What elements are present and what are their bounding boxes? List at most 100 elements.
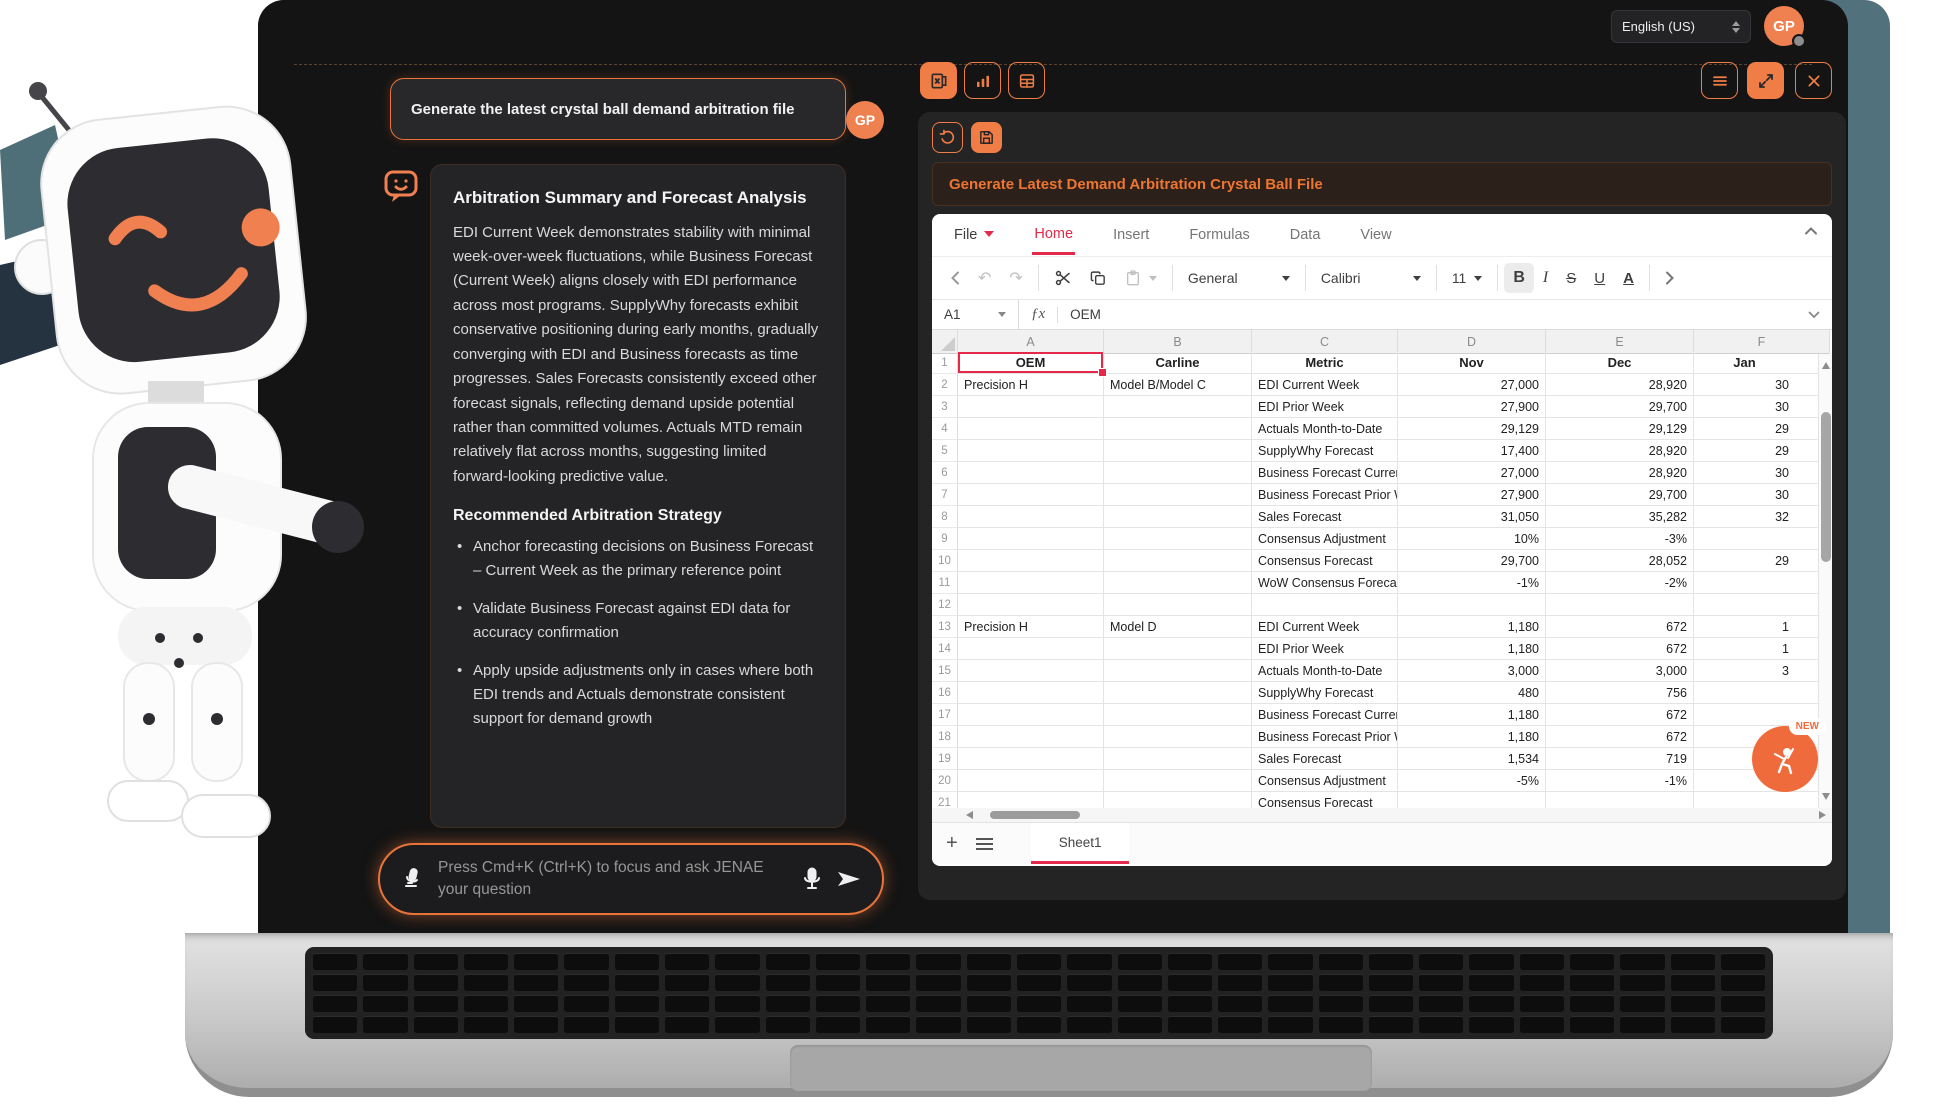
cell-B12[interactable] (1104, 594, 1252, 616)
cell-D4[interactable]: 29,129 (1398, 418, 1546, 440)
cut-button[interactable] (1045, 263, 1081, 293)
cell-F6[interactable]: 30 (1694, 462, 1830, 484)
column-header-A[interactable]: A (958, 330, 1104, 354)
cell-D20[interactable]: -5% (1398, 770, 1546, 792)
scroll-left-arrow-icon[interactable] (966, 811, 973, 819)
cell-F21[interactable] (1694, 792, 1830, 808)
chat-input[interactable]: Press Cmd+K (Ctrl+K) to focus and ask JE… (378, 843, 884, 915)
cell-D8[interactable]: 31,050 (1398, 506, 1546, 528)
cell-C19[interactable]: Sales Forecast (1252, 748, 1398, 770)
cell-B5[interactable] (1104, 440, 1252, 462)
send-icon[interactable] (836, 867, 862, 891)
cell-C17[interactable]: Business Forecast Current Week (1252, 704, 1398, 726)
cell-A13[interactable]: Precision H (958, 616, 1104, 638)
cell-A3[interactable] (958, 396, 1104, 418)
font-color-button[interactable]: A (1614, 263, 1643, 293)
expand-button[interactable] (1747, 62, 1784, 99)
cell-A12[interactable] (958, 594, 1104, 616)
grid-corner[interactable] (932, 330, 958, 354)
cell-D15[interactable]: 3,000 (1398, 660, 1546, 682)
cell-E15[interactable]: 3,000 (1546, 660, 1694, 682)
close-button[interactable] (1795, 62, 1832, 99)
row-header-5[interactable]: 5 (932, 440, 958, 462)
scroll-right-icon[interactable] (1656, 263, 1683, 293)
cell-A11[interactable] (958, 572, 1104, 594)
scroll-left-icon[interactable] (942, 263, 969, 293)
cell-D17[interactable]: 1,180 (1398, 704, 1546, 726)
cell-C10[interactable]: Consensus Forecast (1252, 550, 1398, 572)
cell-B15[interactable] (1104, 660, 1252, 682)
cell-D5[interactable]: 17,400 (1398, 440, 1546, 462)
scroll-down-icon[interactable] (1822, 793, 1830, 800)
cell-D7[interactable]: 27,900 (1398, 484, 1546, 506)
cell-A15[interactable] (958, 660, 1104, 682)
menu-insert[interactable]: Insert (1111, 217, 1151, 253)
cell-C16[interactable]: SupplyWhy Forecast (1252, 682, 1398, 704)
row-header-6[interactable]: 6 (932, 462, 958, 484)
cell-E9[interactable]: -3% (1546, 528, 1694, 550)
cell-E12[interactable] (1546, 594, 1694, 616)
cell-D12[interactable] (1398, 594, 1546, 616)
sheet-list-icon[interactable] (976, 838, 993, 850)
cell-A9[interactable] (958, 528, 1104, 550)
row-header-19[interactable]: 19 (932, 748, 958, 770)
column-header-E[interactable]: E (1546, 330, 1694, 354)
cell-B9[interactable] (1104, 528, 1252, 550)
cell-A19[interactable] (958, 748, 1104, 770)
cell-E3[interactable]: 29,700 (1546, 396, 1694, 418)
menu-button[interactable] (1701, 62, 1738, 99)
row-header-13[interactable]: 13 (932, 616, 958, 638)
row-header-20[interactable]: 20 (932, 770, 958, 792)
cell-B20[interactable] (1104, 770, 1252, 792)
cell-B18[interactable] (1104, 726, 1252, 748)
font-size-select[interactable]: 11 (1443, 263, 1492, 293)
cell-D6[interactable]: 27,000 (1398, 462, 1546, 484)
cell-C7[interactable]: Business Forecast Prior Week (1252, 484, 1398, 506)
paste-button[interactable] (1116, 263, 1166, 293)
cell-A18[interactable] (958, 726, 1104, 748)
row-header-11[interactable]: 11 (932, 572, 958, 594)
user-avatar[interactable]: GP (1764, 6, 1804, 46)
microphone-icon[interactable] (802, 867, 822, 891)
cell-F13[interactable]: 1 (1694, 616, 1830, 638)
row-header-4[interactable]: 4 (932, 418, 958, 440)
collapse-ribbon-icon[interactable] (1804, 226, 1818, 236)
scroll-right-arrow-icon[interactable] (1819, 811, 1826, 819)
cell-A2[interactable]: Precision H (958, 374, 1104, 396)
menu-formulas[interactable]: Formulas (1187, 217, 1251, 253)
cell-reference[interactable]: A1 (932, 307, 1018, 322)
cell-E4[interactable]: 29,129 (1546, 418, 1694, 440)
cell-D21[interactable] (1398, 792, 1546, 808)
cell-A8[interactable] (958, 506, 1104, 528)
row-header-16[interactable]: 16 (932, 682, 958, 704)
cell-E1[interactable]: Dec (1546, 352, 1694, 374)
cell-F10[interactable]: 29 (1694, 550, 1830, 572)
cell-D3[interactable]: 27,900 (1398, 396, 1546, 418)
redo-button[interactable]: ↷ (1000, 263, 1031, 293)
cell-A1[interactable]: OEM (958, 352, 1104, 374)
row-header-17[interactable]: 17 (932, 704, 958, 726)
horizontal-scroll-thumb[interactable] (990, 811, 1080, 819)
menu-view[interactable]: View (1358, 217, 1393, 253)
cell-F4[interactable]: 29 (1694, 418, 1830, 440)
row-header-14[interactable]: 14 (932, 638, 958, 660)
horizontal-scrollbar[interactable] (932, 808, 1832, 822)
cell-A14[interactable] (958, 638, 1104, 660)
cell-C14[interactable]: EDI Prior Week (1252, 638, 1398, 660)
cell-A17[interactable] (958, 704, 1104, 726)
bold-button[interactable]: B (1504, 263, 1534, 293)
row-header-8[interactable]: 8 (932, 506, 958, 528)
cell-F16[interactable] (1694, 682, 1830, 704)
cell-B17[interactable] (1104, 704, 1252, 726)
row-header-18[interactable]: 18 (932, 726, 958, 748)
cell-B8[interactable] (1104, 506, 1252, 528)
cell-B2[interactable]: Model B/Model C (1104, 374, 1252, 396)
save-button[interactable] (971, 122, 1002, 153)
font-select[interactable]: Calibri (1312, 263, 1430, 293)
cell-C11[interactable]: WoW Consensus Forecast (1252, 572, 1398, 594)
cell-F14[interactable]: 1 (1694, 638, 1830, 660)
cell-D14[interactable]: 1,180 (1398, 638, 1546, 660)
user-message[interactable]: Generate the latest crystal ball demand … (390, 78, 846, 140)
cell-D16[interactable]: 480 (1398, 682, 1546, 704)
cell-E18[interactable]: 672 (1546, 726, 1694, 748)
